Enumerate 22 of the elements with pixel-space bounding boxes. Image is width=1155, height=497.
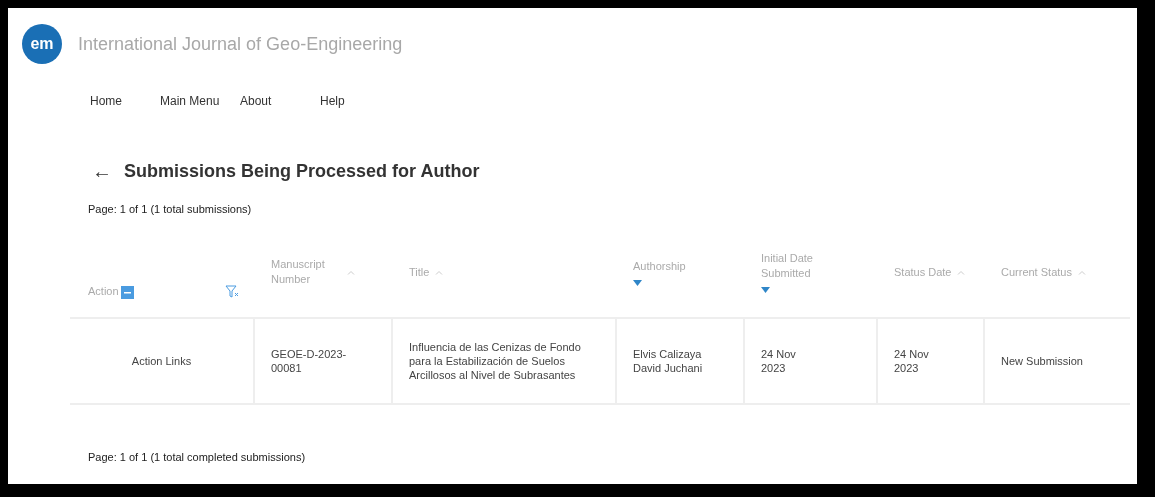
filter-icon[interactable] — [225, 285, 239, 299]
table-cell-text: GEOE-D-2023-00081 — [271, 347, 348, 375]
column-header: Action — [88, 284, 119, 299]
page-info: Page: 1 of 1 (1 total completed submissions) — [87, 450, 307, 463]
page-info: Page: 1 of 1 (1 total submissions) — [87, 202, 253, 215]
table-cell-text: 24 Nov 2023 — [894, 347, 930, 375]
table-cell-text: 24 Nov 2023 — [761, 347, 797, 375]
collapse-icon[interactable] — [120, 286, 134, 299]
table-cell-text: Influencia de las Cenizas de Fondo para la Estabilización de Suelos Arcillosos al Nivel de Subrasantes — [409, 340, 582, 382]
sort-down-icon[interactable] — [761, 287, 770, 293]
page-heading: Submissions Being Processed for Author — [124, 161, 480, 182]
nav-link[interactable]: About — [240, 94, 320, 108]
nav-link[interactable]: Main Menu — [160, 94, 240, 108]
journal-title: International Journal of Geo-Engineering — [78, 33, 403, 55]
logo: em — [22, 24, 62, 64]
table-cell: New Submission — [1001, 354, 1083, 368]
nav-link[interactable]: Home — [90, 94, 160, 108]
table-cell: Elvis Calizaya David Juchani — [633, 347, 703, 375]
back-arrow[interactable]: ← — [92, 160, 112, 183]
nav-link[interactable]: Help — [320, 94, 380, 108]
sort-down-icon[interactable] — [633, 279, 642, 286]
action-links[interactable]: Action Links — [131, 354, 192, 368]
